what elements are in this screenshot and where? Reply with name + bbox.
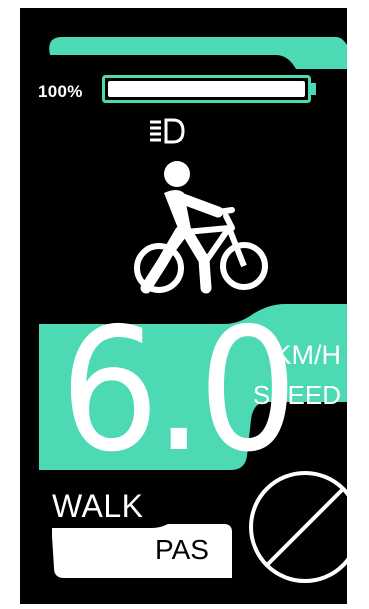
headlight-icon [150, 118, 185, 144]
pas-label: PAS [155, 534, 209, 565]
status-arc [49, 37, 347, 69]
battery-icon [102, 75, 316, 103]
walk-mode-label: WALK [52, 488, 144, 524]
walk-bike-icon [134, 161, 268, 294]
battery-percent: 100% [38, 82, 83, 101]
speed-unit: KM/H [273, 340, 342, 370]
battery-fill [108, 81, 305, 97]
ebike-display: 100% 6.0 KM/H SPEED WALK PAS [20, 8, 347, 604]
no-sign-icon [249, 471, 347, 583]
speed-label: SPEED [252, 380, 341, 410]
speed-value: 6.0 [60, 292, 298, 490]
